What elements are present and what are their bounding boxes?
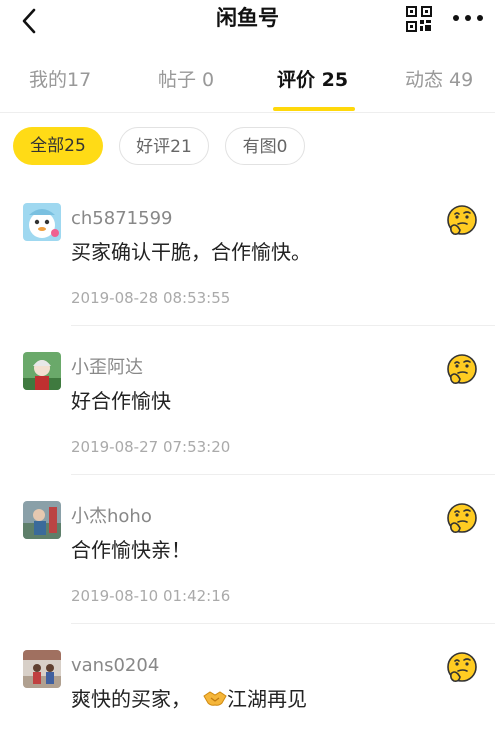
qr-code-icon[interactable]	[406, 6, 432, 32]
review-timestamp: 2019-08-10 01:42:16	[71, 587, 231, 605]
reviewer-name[interactable]: vans0204	[71, 654, 159, 678]
review-text: 买家确认干脆，合作愉快。	[71, 240, 311, 264]
thinking-face-icon	[447, 354, 477, 384]
row-divider	[71, 623, 495, 624]
reviewer-name[interactable]: ch5871599	[71, 207, 172, 231]
review-text: 好合作愉快	[71, 389, 171, 413]
more-options-icon[interactable]	[452, 10, 484, 26]
filter-all-chip[interactable]: 全部25	[13, 127, 103, 165]
thinking-face-icon	[447, 205, 477, 235]
review-text-part: 爽快的买家，	[71, 687, 191, 711]
row-divider	[71, 325, 495, 326]
review-timestamp: 2019-08-27 07:53:20	[71, 438, 231, 456]
active-tab-indicator	[273, 107, 355, 111]
thinking-face-icon	[447, 503, 477, 533]
avatar[interactable]	[23, 501, 61, 539]
review-text-part: 江湖再见	[227, 687, 307, 711]
handshake-icon	[203, 691, 227, 706]
review-text: 爽快的买家， 江湖再见	[71, 685, 307, 713]
review-text: 合作愉快亲！	[71, 538, 191, 562]
tab-mine[interactable]: 我的17	[29, 58, 91, 102]
avatar[interactable]	[23, 203, 61, 241]
tab-bar: 我的17 帖子 0 评价 25 动态 49	[0, 58, 495, 111]
thinking-face-icon	[447, 652, 477, 682]
row-divider	[71, 474, 495, 475]
tab-divider	[0, 112, 495, 113]
avatar[interactable]	[23, 352, 61, 390]
top-nav-bar: 闲鱼号	[0, 0, 495, 38]
tab-posts[interactable]: 帖子 0	[158, 58, 214, 102]
review-timestamp: 2019-08-28 08:53:55	[71, 289, 231, 307]
tab-activity[interactable]: 动态 49	[405, 58, 473, 102]
filter-positive-chip[interactable]: 好评21	[119, 127, 209, 165]
tab-reviews[interactable]: 评价 25	[277, 58, 348, 102]
filter-with-images-chip[interactable]: 有图0	[225, 127, 305, 165]
reviewer-name[interactable]: 小歪阿达	[71, 356, 143, 380]
reviewer-name[interactable]: 小杰hoho	[71, 505, 152, 529]
avatar[interactable]	[23, 650, 61, 688]
